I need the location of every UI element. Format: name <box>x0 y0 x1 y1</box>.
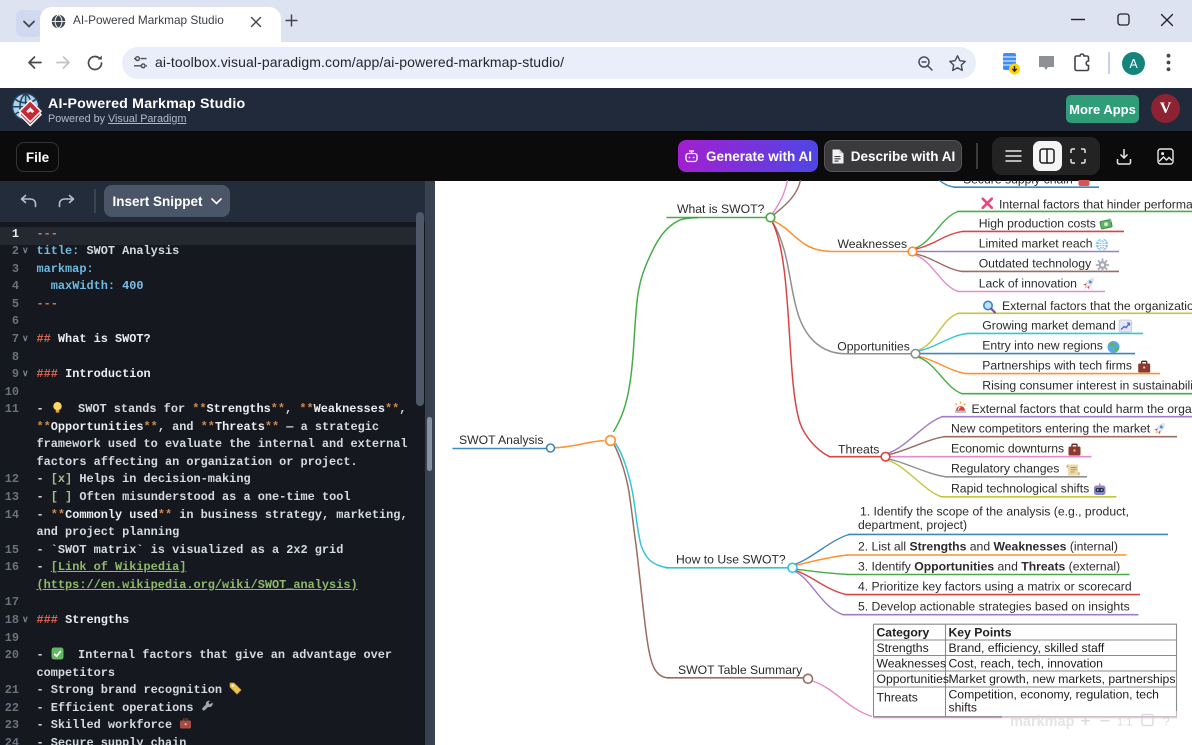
svg-text:Brand, efficiency, skilled sta: Brand, efficiency, skilled staff <box>949 641 1105 655</box>
svg-text:What is SWOT?: What is SWOT? <box>677 202 765 216</box>
svg-text:4. Prioritize key factors usin: 4. Prioritize key factors using a matrix… <box>858 580 1132 594</box>
svg-text:3. Identify Opportunities and: 3. Identify Opportunities and Threats (e… <box>858 560 1120 574</box>
svg-text:High production costs: High production costs <box>979 217 1096 231</box>
svg-text:Threats: Threats <box>877 690 918 704</box>
svg-text:shifts: shifts <box>949 700 977 714</box>
svg-text:Competition, economy, regulati: Competition, economy, regulation, tech <box>949 687 1159 701</box>
svg-text:Threats: Threats <box>838 443 879 457</box>
svg-text:Rising consumer interest in su: Rising consumer interest in sustainabili… <box>982 379 1192 393</box>
svg-text:Strengths: Strengths <box>877 641 929 655</box>
svg-text:5. Develop actionable strategi: 5. Develop actionable strategies based o… <box>858 600 1130 614</box>
svg-text:?: ? <box>1163 715 1170 729</box>
svg-text:department, project): department, project) <box>858 518 967 532</box>
svg-text:Economic downturns: Economic downturns <box>951 442 1064 456</box>
svg-text:Weaknesses: Weaknesses <box>877 656 947 670</box>
svg-text:Market growth, new markets, pa: Market growth, new markets, partnerships <box>949 672 1176 686</box>
svg-text:How to Use SWOT?: How to Use SWOT? <box>676 553 786 567</box>
svg-text:1. Identify the scope of the a: 1. Identify the scope of the analysis (e… <box>860 505 1129 519</box>
svg-text:SWOT Table Summary: SWOT Table Summary <box>678 663 803 677</box>
svg-text:New competitors entering the m: New competitors entering the market <box>951 422 1151 436</box>
svg-text:Outdated technology: Outdated technology <box>979 257 1092 271</box>
svg-text:Opportunities: Opportunities <box>877 672 950 686</box>
svg-text:Partnerships with tech firms: Partnerships with tech firms <box>982 359 1132 373</box>
svg-text:Weaknesses: Weaknesses <box>838 237 908 251</box>
svg-text:SWOT Analysis: SWOT Analysis <box>459 433 543 447</box>
svg-text:Secure supply chain: Secure supply chain <box>963 180 1073 187</box>
svg-text:Cost, reach, tech, innovation: Cost, reach, tech, innovation <box>949 656 1103 670</box>
svg-text:Key Points: Key Points <box>949 626 1012 640</box>
svg-text:Growing market demand: Growing market demand <box>982 319 1115 333</box>
svg-text:Entry into new regions: Entry into new regions <box>982 339 1103 353</box>
svg-text:Rapid technological shifts: Rapid technological shifts <box>951 482 1089 496</box>
svg-text:Category: Category <box>877 626 930 640</box>
svg-text:2. List all Strengths and Weak: 2. List all Strengths and Weaknesses (in… <box>858 540 1118 554</box>
svg-text:Limited market reach: Limited market reach <box>979 237 1093 251</box>
svg-text:Internal factors that hinder p: Internal factors that hinder performance <box>999 198 1192 212</box>
svg-text:Lack of innovation: Lack of innovation <box>979 277 1077 291</box>
svg-text:1:1: 1:1 <box>1117 717 1132 729</box>
svg-text:External factors that could ha: External factors that could harm the org… <box>972 402 1192 416</box>
svg-text:Regulatory changes: Regulatory changes <box>951 462 1059 476</box>
svg-text:External factors that the orga: External factors that the organization c… <box>1002 299 1192 313</box>
svg-text:Opportunities: Opportunities <box>837 340 910 354</box>
svg-text:markmap: markmap <box>1010 714 1075 730</box>
